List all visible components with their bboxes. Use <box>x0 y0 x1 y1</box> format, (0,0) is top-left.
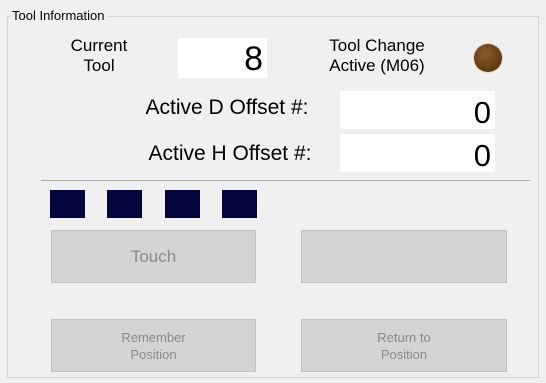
return-to-position-button[interactable]: Return to Position <box>301 319 507 372</box>
h-offset-label: Active H Offset #: <box>148 142 312 165</box>
tool-change-led-icon <box>474 44 502 72</box>
blank-button[interactable] <box>301 230 507 283</box>
d-offset-label: Active D Offset #: <box>145 96 309 119</box>
current-tool-value: 8 <box>178 38 267 78</box>
tool-change-label: Tool Change Active (M06) <box>329 36 425 75</box>
indicator-1 <box>50 190 85 218</box>
remember-position-button[interactable]: Remember Position <box>51 319 256 372</box>
d-offset-value: 0 <box>340 91 495 130</box>
current-tool-label: Current Tool <box>70 36 128 75</box>
h-offset-value: 0 <box>340 134 495 173</box>
touch-button[interactable]: Touch <box>51 230 256 283</box>
indicator-4 <box>222 190 257 218</box>
indicator-2 <box>107 190 142 218</box>
indicator-3 <box>165 190 200 218</box>
separator <box>41 180 530 181</box>
group-title: Tool Information <box>10 8 107 24</box>
